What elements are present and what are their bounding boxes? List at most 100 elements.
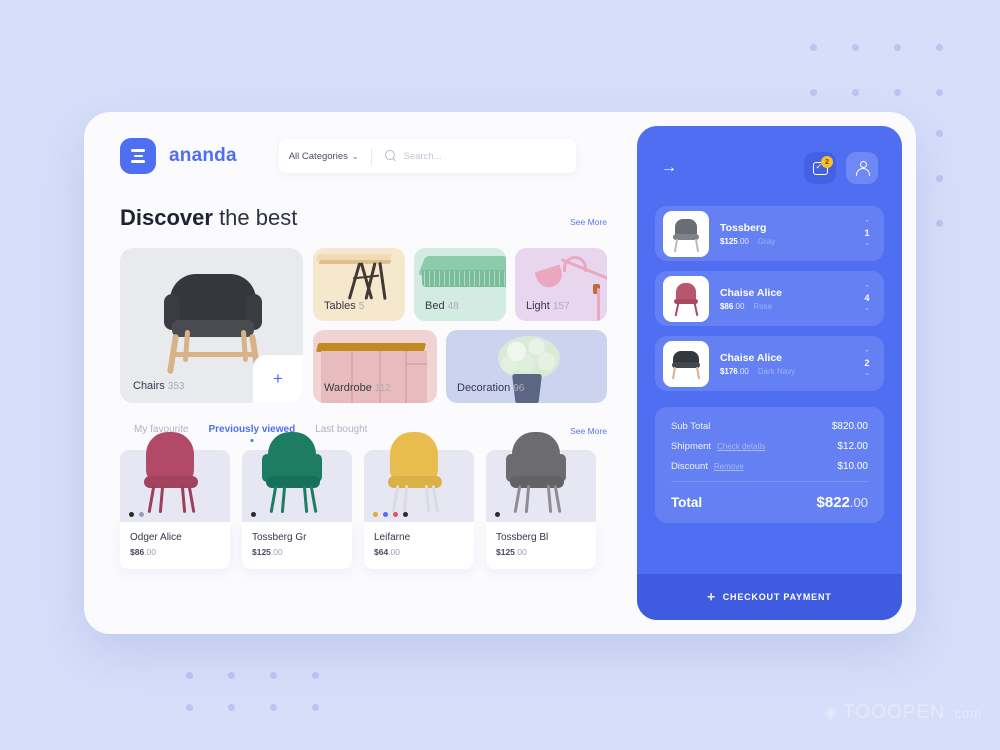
- product-card-tossberg-gr[interactable]: Tossberg Gr $125.00: [242, 432, 352, 569]
- color-swatches[interactable]: [129, 512, 144, 517]
- watermark-logo-icon: ◈: [824, 703, 839, 722]
- chevron-up-icon[interactable]: ⌃: [864, 220, 870, 227]
- category-card-decoration[interactable]: Decoration 96: [446, 330, 607, 403]
- cart-item-color: Dark Navy: [757, 366, 796, 376]
- chevron-down-icon[interactable]: ⌄: [864, 370, 870, 377]
- order-summary: Sub Total $820.00 Shipment Check details…: [654, 407, 884, 523]
- product-image: [242, 432, 352, 522]
- swatch[interactable]: [403, 512, 408, 517]
- brand-name: ananda: [169, 145, 237, 166]
- category-label: Wardrobe 112: [324, 382, 391, 394]
- product-price-cents: .00: [144, 547, 157, 557]
- product-info: Odger Alice $86.00: [120, 522, 230, 569]
- category-select[interactable]: All Categories ⌄: [289, 151, 371, 162]
- check-details-link[interactable]: Check details: [717, 442, 765, 451]
- chair-illustration: [242, 428, 352, 522]
- category-card-chairs[interactable]: Chairs 353 +: [120, 248, 303, 403]
- search-bar[interactable]: All Categories ⌄ Search...: [278, 139, 576, 173]
- category-count: 112: [374, 383, 391, 394]
- total-value: $822.00: [816, 494, 868, 511]
- cart-item-name: Chaise Alice: [719, 351, 782, 364]
- swatch[interactable]: [373, 512, 378, 517]
- quantity-stepper[interactable]: ⌃ 1 ⌄: [864, 220, 876, 247]
- product-price-dollars: $125: [496, 547, 515, 557]
- remove-discount-link[interactable]: Remove: [714, 462, 744, 471]
- color-swatches[interactable]: [495, 512, 500, 517]
- checkout-payment-button[interactable]: ✛ CHECKOUT PAYMENT: [636, 574, 902, 620]
- cart-item-quantity: 4: [864, 293, 870, 304]
- add-category-button[interactable]: +: [253, 355, 303, 403]
- total-label: Total: [670, 495, 703, 510]
- search-input[interactable]: Search...: [404, 151, 442, 162]
- color-swatches[interactable]: [373, 512, 408, 517]
- quantity-stepper[interactable]: ⌃ 2 ⌄: [864, 350, 876, 377]
- swatch[interactable]: [383, 512, 388, 517]
- subtotal-value: $820.00: [831, 421, 868, 432]
- search-divider: [370, 147, 372, 165]
- product-list: Odger Alice $86.00 Tossberg Gr $125.00 L…: [120, 432, 607, 569]
- cart-item-thumbnail: [662, 275, 709, 322]
- cart-toolbar: → 2: [637, 126, 902, 184]
- swatch[interactable]: [495, 512, 500, 517]
- subtotal-label: Sub Total: [670, 421, 711, 432]
- swatch[interactable]: [393, 512, 398, 517]
- color-swatches[interactable]: [251, 512, 256, 517]
- chevron-up-icon[interactable]: ⌃: [864, 285, 870, 292]
- decorative-dot-grid-right: [936, 130, 978, 265]
- product-card-tossberg-bl[interactable]: Tossberg Bl $125.00: [486, 432, 596, 569]
- category-card-wardrobe[interactable]: Wardrobe 112: [313, 330, 437, 403]
- product-name: Leifarne: [374, 532, 411, 543]
- cart-panel: → 2 Tossberg: [636, 126, 902, 620]
- category-name: Tables: [324, 300, 356, 312]
- category-label: Decoration 96: [457, 382, 524, 394]
- cart-item-meta: Chaise Alice $86.00 Rose: [720, 287, 864, 311]
- product-card-leifarne[interactable]: Leifarne $64.00: [364, 432, 474, 569]
- shipment-label: Shipment: [670, 441, 712, 452]
- category-card-light[interactable]: Light 157: [514, 248, 607, 321]
- product-name: Odger Alice: [130, 532, 182, 543]
- category-count: 157: [552, 301, 570, 312]
- product-image: [364, 432, 474, 522]
- category-name: Light: [525, 300, 550, 312]
- quantity-stepper[interactable]: ⌃ 4 ⌄: [864, 285, 876, 312]
- category-label: Chairs 353: [133, 380, 184, 392]
- arrow-right-icon[interactable]: →: [661, 160, 677, 176]
- cart-item-meta: Chaise Alice $176.00 Dark Navy: [720, 352, 864, 376]
- swatch[interactable]: [251, 512, 256, 517]
- shopping-bag-button[interactable]: 2: [804, 152, 836, 184]
- chevron-down-icon: ⌄: [351, 151, 359, 161]
- cart-item[interactable]: Chaise Alice $176.00 Dark Navy ⌃ 2 ⌄: [654, 336, 884, 391]
- cart-item[interactable]: Chaise Alice $86.00 Rose ⌃ 4 ⌄: [654, 271, 884, 326]
- summary-row-total: Total $822.00: [671, 494, 868, 511]
- chevron-up-icon[interactable]: ⌃: [864, 350, 870, 357]
- menu-lines-icon[interactable]: [120, 138, 156, 174]
- product-image: [486, 432, 596, 522]
- chair-illustration: [486, 428, 596, 522]
- product-name: Tossberg Gr: [252, 532, 307, 543]
- product-price-dollars: $125: [252, 547, 271, 557]
- decorative-dot-grid-bottom-left: [186, 672, 354, 736]
- chevron-down-icon[interactable]: ⌄: [864, 240, 870, 247]
- chevron-down-icon[interactable]: ⌄: [864, 305, 870, 312]
- swatch[interactable]: [129, 512, 134, 517]
- product-image: [120, 432, 230, 522]
- cart-item[interactable]: Tossberg $125.00 Gray ⌃ 1 ⌄: [654, 206, 884, 261]
- page-title-bold: Discover: [120, 205, 213, 230]
- swatch[interactable]: [139, 512, 144, 517]
- category-card-tables[interactable]: Tables 5: [313, 248, 405, 321]
- cart-item-color: Rose: [753, 301, 773, 311]
- watermark-suffix: .com: [949, 705, 982, 721]
- category-label: Tables 5: [324, 300, 364, 312]
- cart-item-name: Tossberg: [719, 221, 767, 234]
- category-card-bed[interactable]: Bed 48: [413, 248, 506, 321]
- summary-row-discount: Discount Remove $10.00: [671, 461, 868, 472]
- page-title-rest: the best: [212, 205, 298, 230]
- summary-row-shipment: Shipment Check details $12.00: [671, 441, 868, 452]
- account-button[interactable]: [846, 152, 878, 184]
- category-select-label: All Categories: [288, 150, 348, 162]
- product-card-odger-alice[interactable]: Odger Alice $86.00: [120, 432, 230, 569]
- cart-item-details: $86.00 Rose: [720, 302, 864, 311]
- product-price-cents: .00: [270, 547, 283, 557]
- discover-see-more[interactable]: See More: [570, 217, 607, 231]
- cart-action-buttons: 2: [804, 152, 878, 184]
